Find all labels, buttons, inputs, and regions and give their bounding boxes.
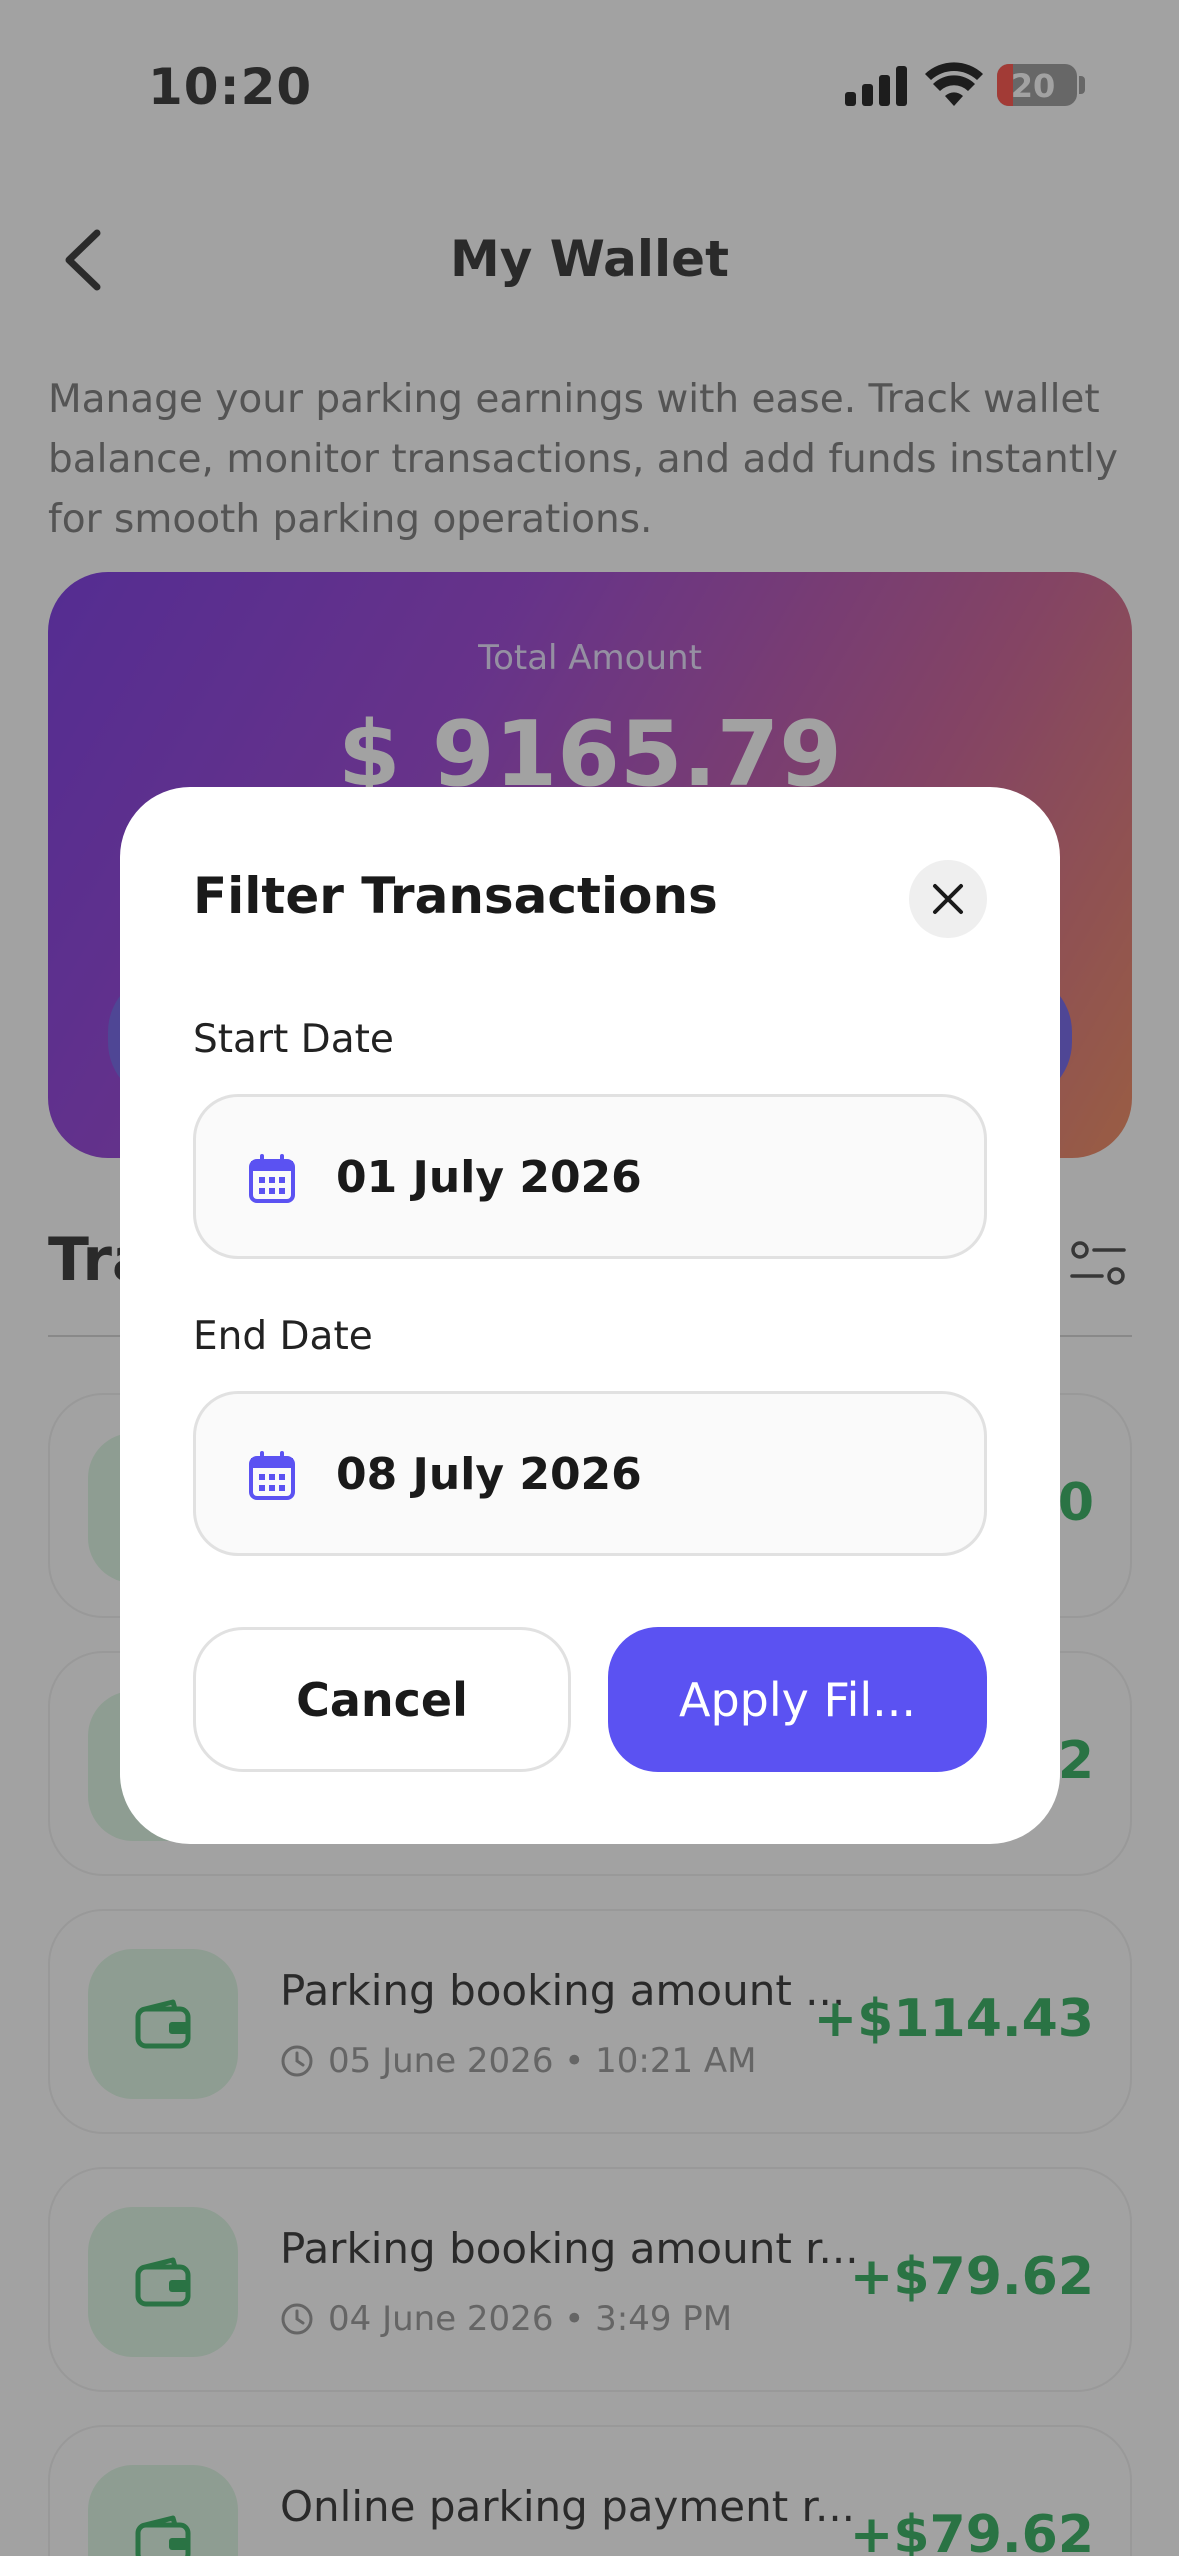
filter-transactions-modal: Filter Transactions Start Date 01 July 2… [120, 787, 1060, 1844]
cancel-button[interactable]: Cancel [193, 1627, 571, 1772]
calendar-icon [249, 1154, 295, 1203]
modal-title: Filter Transactions [193, 867, 718, 925]
close-button[interactable] [909, 860, 987, 938]
close-icon [933, 884, 963, 914]
end-date-label: End Date [193, 1314, 373, 1359]
start-date-label: Start Date [193, 1017, 394, 1062]
end-date-field[interactable]: 08 July 2026 [193, 1391, 987, 1556]
start-date-value: 01 July 2026 [336, 1152, 642, 1203]
apply-filter-button[interactable]: Apply Fil... [608, 1627, 987, 1772]
calendar-icon [249, 1451, 295, 1500]
end-date-value: 08 July 2026 [336, 1449, 642, 1500]
start-date-field[interactable]: 01 July 2026 [193, 1094, 987, 1259]
